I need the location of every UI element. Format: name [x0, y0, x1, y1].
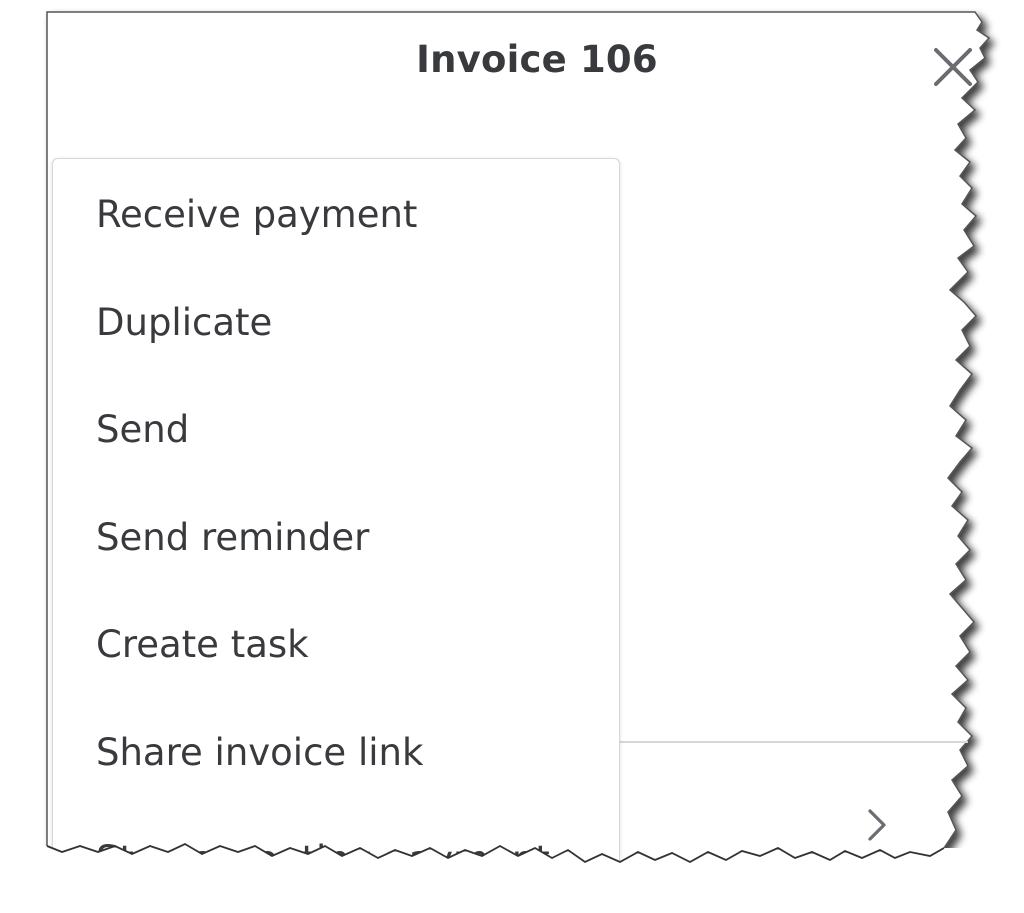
- screenshot-stage: Invoice 106 Receive payment Duplicate Se…: [0, 0, 1024, 913]
- menu-item-receive-payment[interactable]: Receive payment: [53, 161, 619, 269]
- close-button[interactable]: [930, 44, 976, 90]
- menu-item-stop-accepting-payment[interactable]: Stop accepting payment: [53, 806, 619, 913]
- menu-item-send-reminder[interactable]: Send reminder: [53, 484, 619, 592]
- expand-chevron-button[interactable]: [862, 805, 892, 845]
- dialog-title: Invoice 106: [416, 38, 658, 81]
- menu-item-share-invoice-link[interactable]: Share invoice link: [53, 699, 619, 807]
- section-divider: [618, 741, 968, 743]
- chevron-right-icon: [868, 809, 886, 841]
- menu-item-label: Send: [96, 408, 190, 452]
- menu-item-label: Stop accepting payment: [96, 838, 550, 882]
- menu-item-label: Create task: [96, 623, 309, 667]
- menu-item-label: Send reminder: [96, 515, 370, 559]
- menu-item-send[interactable]: Send: [53, 376, 619, 484]
- close-icon: [934, 48, 972, 86]
- menu-item-label: Share invoice link: [96, 730, 424, 774]
- menu-item-create-task[interactable]: Create task: [53, 591, 619, 699]
- menu-item-list: Receive payment Duplicate Send Send remi…: [53, 161, 619, 913]
- more-actions-menu: Receive payment Duplicate Send Send remi…: [52, 158, 620, 913]
- menu-item-label: Duplicate: [96, 300, 273, 344]
- menu-item-duplicate[interactable]: Duplicate: [53, 269, 619, 377]
- menu-item-label: Receive payment: [96, 193, 418, 237]
